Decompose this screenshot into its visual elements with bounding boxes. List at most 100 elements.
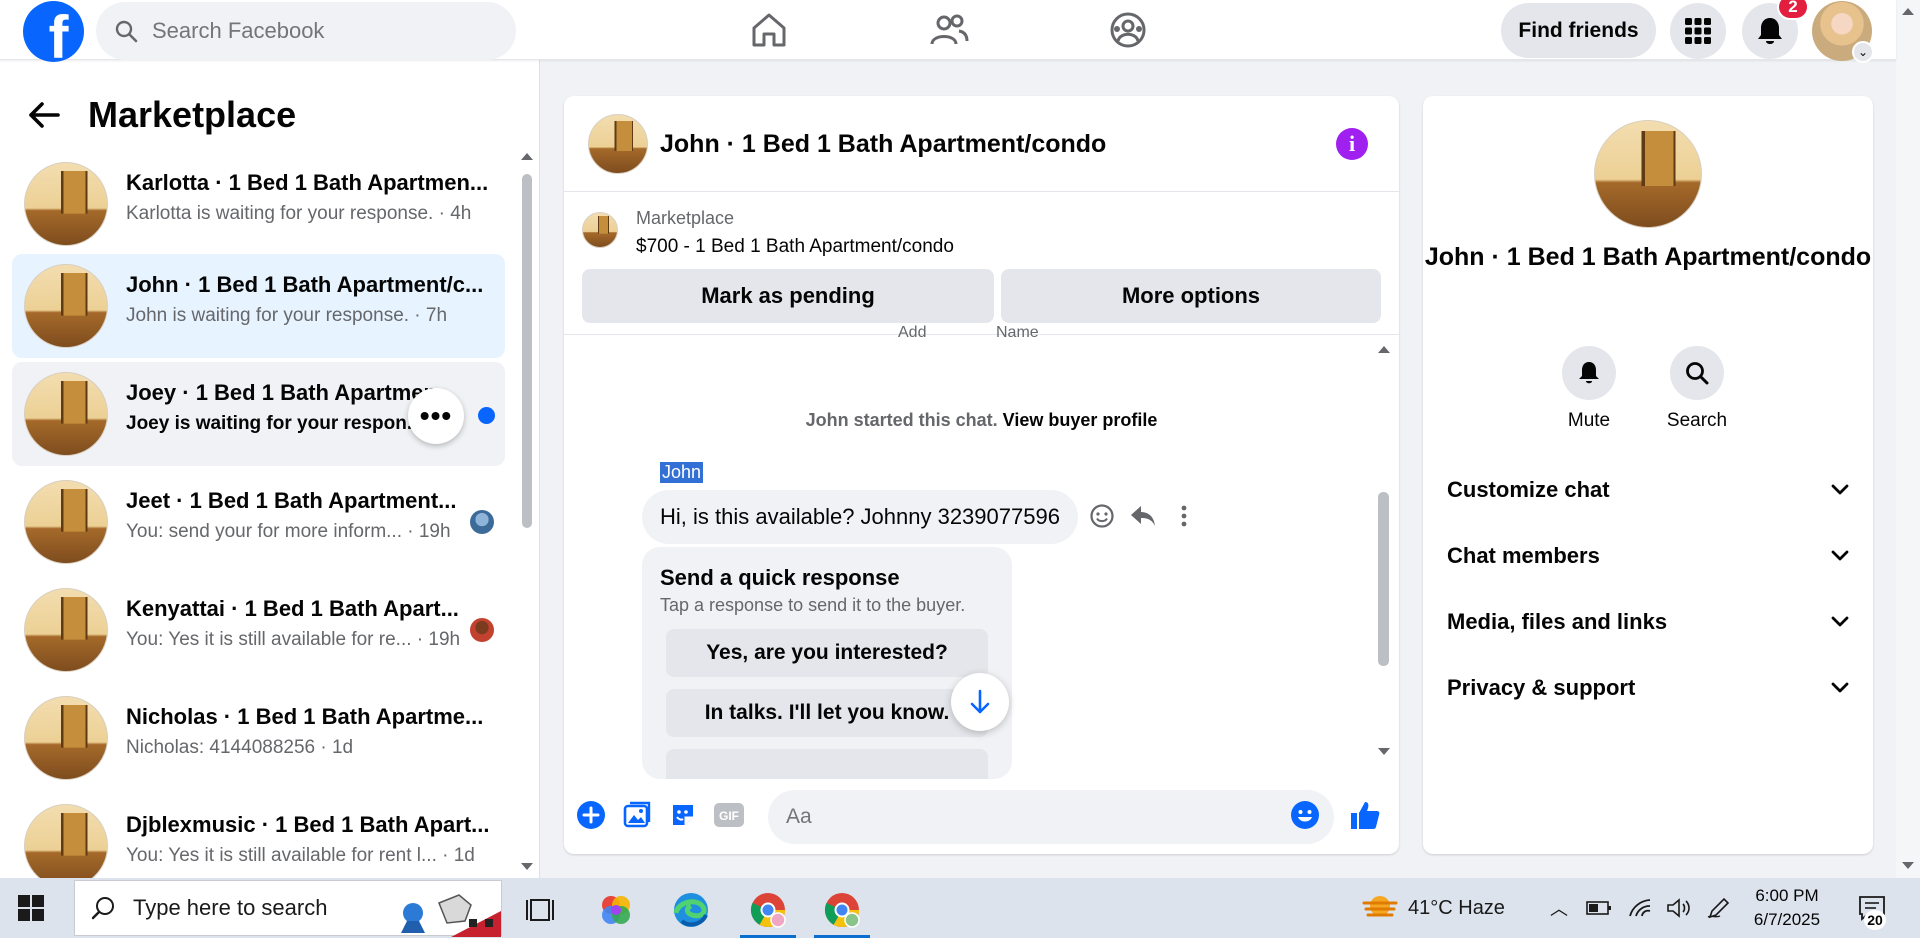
message-more-button[interactable] bbox=[1168, 500, 1200, 532]
reply-button[interactable] bbox=[1127, 500, 1159, 532]
wifi-icon[interactable] bbox=[1628, 898, 1652, 918]
pen-icon[interactable] bbox=[1706, 897, 1730, 919]
jump-to-latest-button[interactable] bbox=[951, 673, 1009, 731]
attach-photo-button[interactable] bbox=[620, 798, 654, 832]
inbox-scrollbar[interactable] bbox=[522, 174, 532, 528]
notification-count: 20 bbox=[1864, 910, 1886, 930]
facebook-search-box[interactable] bbox=[96, 2, 516, 60]
conversation-name: John · 1 Bed 1 Bath Apartment/c... bbox=[126, 272, 484, 297]
gif-label: GIF bbox=[719, 809, 739, 823]
conversation-item-joey[interactable]: Joey · 1 Bed 1 Bath Apartmen Joey is wai… bbox=[12, 362, 505, 466]
edge-browser-button[interactable] bbox=[659, 882, 723, 938]
chat-members-section[interactable]: Chat members bbox=[1447, 536, 1849, 576]
chevron-down-icon: ⌄ bbox=[1852, 41, 1874, 63]
friends-nav-button[interactable] bbox=[925, 8, 973, 52]
conversation-item-djblexmusic[interactable]: Djblexmusic · 1 Bed 1 Bath Apart... You:… bbox=[12, 794, 505, 878]
bell-icon bbox=[1579, 362, 1599, 384]
conversation-item-kenyattai[interactable]: Kenyattai · 1 Bed 1 Bath Apart... You: Y… bbox=[12, 578, 505, 682]
quick-response-in-talks-button[interactable]: In talks. I'll let you know. bbox=[666, 689, 988, 737]
chevron-up-icon[interactable]: ︿ bbox=[1550, 895, 1568, 921]
home-nav-button[interactable] bbox=[745, 8, 793, 52]
search-action[interactable]: Search bbox=[1657, 346, 1737, 432]
conversation-item-john[interactable]: John · 1 Bed 1 Bath Apartment/c... John … bbox=[12, 254, 505, 358]
search-in-conversation-button[interactable] bbox=[1670, 346, 1724, 400]
windows-start-button[interactable] bbox=[18, 895, 44, 921]
section-label: Media, files and links bbox=[1447, 609, 1668, 634]
more-actions-button[interactable] bbox=[574, 798, 608, 832]
view-buyer-profile-link[interactable]: View buyer profile bbox=[1003, 410, 1158, 430]
task-view-button[interactable] bbox=[508, 882, 572, 938]
scroll-down-arrow-icon[interactable] bbox=[1902, 862, 1914, 869]
listing-source: Marketplace bbox=[636, 208, 735, 228]
mute-button[interactable] bbox=[1562, 346, 1616, 400]
chrome-window-2-button[interactable] bbox=[810, 882, 874, 938]
marketplace-header: Marketplace bbox=[28, 94, 296, 136]
quick-response-yes-button[interactable]: Yes, are you interested? bbox=[666, 629, 988, 677]
chrome-window-1-button[interactable] bbox=[736, 882, 800, 938]
section-label: Chat members bbox=[1447, 543, 1600, 568]
account-profile-avatar[interactable]: ⌄ bbox=[1812, 1, 1874, 63]
photo-icon bbox=[623, 801, 651, 828]
scroll-up-arrow-icon[interactable] bbox=[521, 153, 533, 160]
conversation-item-nicholas[interactable]: Nicholas · 1 Bed 1 Bath Apartme... Nicho… bbox=[12, 686, 505, 790]
task-view-icon bbox=[526, 899, 554, 921]
conversation-name: Karlotta · 1 Bed 1 Bath Apartmen... bbox=[126, 170, 489, 195]
search-label: Search bbox=[1666, 410, 1728, 431]
conversation-options-button[interactable]: ••• bbox=[408, 388, 464, 444]
send-like-button[interactable] bbox=[1348, 798, 1382, 832]
menu-button[interactable] bbox=[1670, 3, 1726, 59]
scroll-down-arrow-icon[interactable] bbox=[521, 863, 533, 870]
conversation-preview: You: send your for more inform... · 19h bbox=[126, 521, 451, 542]
chrome-browser-icon bbox=[750, 893, 786, 928]
conversation-preview: Joey is waiting for your respon... bbox=[126, 413, 423, 434]
message-input[interactable] bbox=[768, 790, 1334, 844]
bell-icon bbox=[1758, 18, 1782, 44]
conversation-preview: John is waiting for your response. · 7h bbox=[126, 305, 448, 326]
conversation-item-jeet[interactable]: Jeet · 1 Bed 1 Bath Apartment... You: se… bbox=[12, 470, 505, 574]
arrow-down-icon bbox=[970, 689, 990, 714]
page-scrollbar[interactable] bbox=[1896, 0, 1920, 878]
chat-title[interactable]: John · 1 Bed 1 Bath Apartment/condo bbox=[660, 130, 1106, 159]
scroll-up-arrow-icon[interactable] bbox=[1378, 346, 1390, 353]
conversation-info-button[interactable]: i bbox=[1336, 128, 1368, 160]
facebook-search-input[interactable] bbox=[152, 18, 492, 44]
facebook-logo[interactable]: f bbox=[23, 1, 84, 62]
scroll-down-arrow-icon[interactable] bbox=[1378, 748, 1390, 755]
chat-avatar[interactable] bbox=[588, 114, 648, 174]
reply-arrow-icon bbox=[1131, 506, 1155, 526]
details-avatar[interactable] bbox=[1594, 120, 1702, 228]
chat-scrollbar[interactable] bbox=[1378, 492, 1389, 666]
find-friends-button[interactable]: Find friends bbox=[1501, 3, 1656, 58]
conversation-item-karlotta[interactable]: Karlotta · 1 Bed 1 Bath Apartmen... Karl… bbox=[12, 152, 505, 256]
listing-thumbnail bbox=[24, 588, 108, 672]
customize-chat-section[interactable]: Customize chat bbox=[1447, 470, 1849, 510]
chevron-down-icon bbox=[1831, 682, 1849, 693]
gif-button[interactable]: GIF bbox=[712, 798, 746, 832]
mute-action[interactable]: Mute bbox=[1549, 346, 1629, 432]
quick-response-partial-button[interactable] bbox=[666, 749, 988, 779]
details-name: John · 1 Bed 1 Bath Apartment/condo bbox=[1424, 243, 1872, 271]
react-button[interactable] bbox=[1086, 500, 1118, 532]
photos-app-button[interactable] bbox=[584, 882, 648, 938]
search-highlight-illustration-icon bbox=[401, 894, 501, 937]
more-dots-icon: ••• bbox=[419, 400, 453, 431]
sticker-button[interactable] bbox=[666, 798, 700, 832]
listing-price-title[interactable]: $700 - 1 Bed 1 Bath Apartment/condo bbox=[636, 236, 954, 258]
mark-as-pending-button[interactable]: Mark as pending bbox=[582, 269, 994, 323]
taskbar-search-box[interactable]: Type here to search bbox=[74, 880, 502, 937]
battery-icon[interactable] bbox=[1586, 900, 1612, 916]
taskbar-clock[interactable]: 6:00 PM 6/7/2025 bbox=[1732, 884, 1842, 932]
back-arrow-icon[interactable] bbox=[28, 101, 60, 129]
message-bubble[interactable]: Hi, is this available? Johnny 3239077596 bbox=[642, 490, 1078, 544]
listing-thumbnail[interactable] bbox=[582, 212, 618, 248]
conversation-name: Djblexmusic · 1 Bed 1 Bath Apart... bbox=[126, 812, 490, 837]
weather-widget[interactable]: 41°C Haze bbox=[1362, 878, 1505, 938]
more-options-button[interactable]: More options bbox=[1001, 269, 1381, 323]
scroll-up-arrow-icon[interactable] bbox=[1902, 8, 1914, 15]
emoji-button[interactable] bbox=[1288, 798, 1322, 832]
volume-icon[interactable] bbox=[1666, 898, 1692, 918]
privacy-support-section[interactable]: Privacy & support bbox=[1447, 668, 1849, 708]
marketplace-inbox-panel: Marketplace Karlotta · 1 Bed 1 Bath Apar… bbox=[0, 60, 540, 878]
media-files-links-section[interactable]: Media, files and links bbox=[1447, 602, 1849, 642]
groups-nav-button[interactable] bbox=[1104, 8, 1152, 52]
